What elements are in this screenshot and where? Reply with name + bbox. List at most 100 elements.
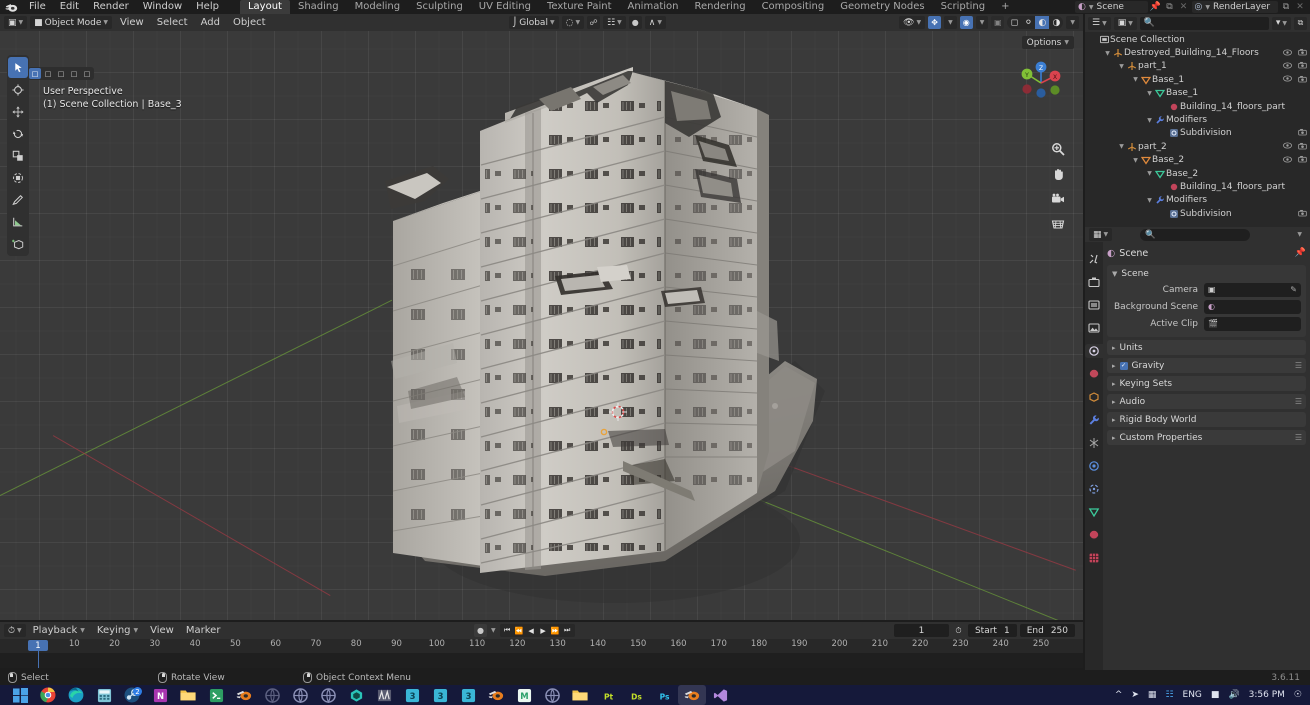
background-scene-field[interactable]: ◐ <box>1204 299 1301 314</box>
edge-icon[interactable] <box>62 685 90 705</box>
outliner-row[interactable]: Subdivision <box>1085 207 1310 220</box>
steam-icon[interactable]: 2 <box>118 685 146 705</box>
disclosure-triangle-icon[interactable]: ▼ <box>1131 157 1140 164</box>
workspace-tab-modeling[interactable]: Modeling <box>347 0 409 14</box>
output-tab[interactable] <box>1087 298 1101 312</box>
max3ds-icon-1[interactable]: 3 <box>398 685 426 705</box>
property-panel-units[interactable]: ▸ Units <box>1107 340 1306 355</box>
view-layer-selector[interactable]: ◎ ▼ RenderLayer <box>1191 1 1278 13</box>
volume-icon[interactable]: 🔊 <box>1228 690 1239 700</box>
properties-editor[interactable]: ▦ ▼ 🔍 ▼ ◐ Scene 📌 ▼ Scene Camera ▣ ✎ Bac… <box>1085 227 1310 670</box>
substance-icon[interactable] <box>370 685 398 705</box>
outliner-row[interactable]: ▼ part_1 <box>1085 60 1310 73</box>
gizmo-options-selector[interactable]: ▼ <box>944 16 957 29</box>
properties-search-input[interactable]: 🔍 <box>1140 228 1251 241</box>
jump-to-prev-keyframe-icon[interactable]: ⏪ <box>514 625 525 636</box>
navigation-gizmo[interactable]: Z Y X <box>1015 57 1067 109</box>
scene-tab[interactable] <box>1085 344 1103 358</box>
annotate-tool[interactable] <box>8 189 28 210</box>
snap-settings-selector[interactable]: ☷ ▼ <box>603 16 626 29</box>
overlays-icon[interactable]: ◉ <box>959 16 973 29</box>
blender-icon[interactable] <box>230 685 258 705</box>
visibility-eye-icon[interactable] <box>1283 75 1292 84</box>
disclosure-triangle-icon[interactable]: ▼ <box>1145 197 1154 204</box>
panel-checkbox[interactable]: ✓ <box>1119 361 1128 370</box>
tool-tab[interactable] <box>1087 252 1101 266</box>
render-camera-icon[interactable] <box>1298 61 1307 71</box>
timeline-menu-playback[interactable]: Playback ▼ <box>28 624 90 637</box>
render-camera-icon[interactable] <box>1298 155 1307 165</box>
property-panel-rigid-body-world[interactable]: ▸ Rigid Body World <box>1107 412 1306 427</box>
max3ds-icon-3[interactable]: 3 <box>454 685 482 705</box>
timeline-menu-keying[interactable]: Keying ▼ <box>92 624 143 637</box>
transform-orientation-selector[interactable]: ⌡ Global ▼ <box>508 16 559 29</box>
current-frame-field[interactable]: 1 <box>893 624 949 637</box>
workspace-tab-animation[interactable]: Animation <box>620 0 687 14</box>
destroyed-building-model[interactable] <box>365 61 835 606</box>
particles-tab[interactable] <box>1087 436 1101 450</box>
disclosure-triangle-icon[interactable]: ▼ <box>1103 50 1112 57</box>
render-camera-icon[interactable] <box>1298 75 1307 85</box>
timeline-ruler[interactable]: 10 20 30 40 50 60 70 80 90 100 110 120 130 140 150 160 1… <box>0 639 1083 668</box>
view-layer-tab[interactable] <box>1087 321 1101 335</box>
outliner-row[interactable]: ▼ part_2 <box>1085 140 1310 153</box>
disclosure-triangle-icon[interactable]: ▼ <box>1145 170 1154 177</box>
workspace-tab-compositing[interactable]: Compositing <box>754 0 833 14</box>
unity-icon[interactable] <box>342 685 370 705</box>
menu-window[interactable]: Window <box>136 0 189 14</box>
network-icon[interactable]: ☷ <box>1165 690 1173 700</box>
outliner-editor-type-selector[interactable]: ☰ ▼ <box>1088 16 1111 30</box>
battery-icon[interactable]: ■ <box>1211 690 1220 700</box>
pin-icon[interactable]: 📌 <box>1150 1 1162 13</box>
outliner-row[interactable]: ▼ Base_2 <box>1085 167 1310 180</box>
workspace-tab-shading[interactable]: Shading <box>290 0 347 14</box>
select-mode-subtract[interactable]: □ <box>55 68 67 79</box>
blender-icon-2[interactable] <box>482 685 510 705</box>
disclosure-triangle-icon[interactable]: ▼ <box>1117 63 1126 70</box>
clock-label[interactable]: 3:56 PM <box>1249 690 1285 700</box>
tweak-tool[interactable] <box>8 57 28 78</box>
chevron-up-icon[interactable]: ^ <box>1115 690 1123 700</box>
menu-file[interactable]: File <box>22 0 53 14</box>
measure-tool[interactable] <box>8 211 28 232</box>
material-tab[interactable] <box>1087 528 1101 542</box>
interaction-mode-selector[interactable]: ■ Object Mode ▼ <box>30 16 112 29</box>
new-scene-icon[interactable]: ⧉ <box>1164 1 1176 13</box>
shading-rendered-button[interactable]: ◑ <box>1049 16 1063 29</box>
workspace-tab-texture-paint[interactable]: Texture Paint <box>539 0 620 14</box>
editor-type-selector[interactable]: ▣ ▼ <box>4 16 28 29</box>
outliner-display-mode-selector[interactable]: ▣ ▼ <box>1113 16 1137 30</box>
playhead-line[interactable] <box>38 651 39 668</box>
disclosure-triangle-icon[interactable]: ▼ <box>1117 143 1126 150</box>
move-tool[interactable] <box>8 101 28 122</box>
viewport-menu-select[interactable]: Select <box>152 16 193 29</box>
outliner-row[interactable]: Building_14_floors_part <box>1085 180 1310 193</box>
chevron-down-icon[interactable]: ▼ <box>1297 231 1306 238</box>
pan-hand-icon[interactable] <box>1050 166 1065 181</box>
render-camera-icon[interactable] <box>1298 128 1307 138</box>
outliner-row[interactable]: ▼ Modifiers <box>1085 194 1310 207</box>
outliner-row[interactable]: ▼ Base_1 <box>1085 87 1310 100</box>
telegram-icon[interactable]: ➤ <box>1131 690 1139 700</box>
playhead-frame-badge[interactable]: 1 <box>28 640 48 651</box>
play-icon[interactable]: ▶ <box>538 625 549 636</box>
snap-magnet-icon[interactable]: ☍ <box>587 16 601 29</box>
viewport-options-button[interactable]: Options ▼ <box>1021 36 1074 49</box>
transform-tool[interactable] <box>8 167 28 188</box>
shading-options-selector[interactable]: ▼ <box>1066 16 1079 29</box>
timeline-menu-marker[interactable]: Marker <box>181 624 226 637</box>
constraints-tab[interactable] <box>1087 482 1101 496</box>
close-icon[interactable]: ✕ <box>1178 1 1190 13</box>
outliner-search-input[interactable]: 🔍 <box>1139 16 1269 30</box>
jump-to-end-icon[interactable]: ⏭ <box>562 625 573 636</box>
frame-range-end[interactable]: End 250 <box>1019 624 1075 637</box>
menu-edit[interactable]: Edit <box>53 0 86 14</box>
frame-range-start[interactable]: Start 1 <box>967 624 1017 637</box>
properties-editor-type-selector[interactable]: ▦ ▼ <box>1089 228 1113 241</box>
outliner-row[interactable]: Building_14_floors_part <box>1085 100 1310 113</box>
active-clip-field[interactable]: 🎬 <box>1204 316 1301 331</box>
menu-render[interactable]: Render <box>86 0 136 14</box>
timeline-track-area[interactable] <box>0 653 1083 668</box>
max3ds-icon-2[interactable]: 3 <box>426 685 454 705</box>
data-tab[interactable] <box>1087 505 1101 519</box>
